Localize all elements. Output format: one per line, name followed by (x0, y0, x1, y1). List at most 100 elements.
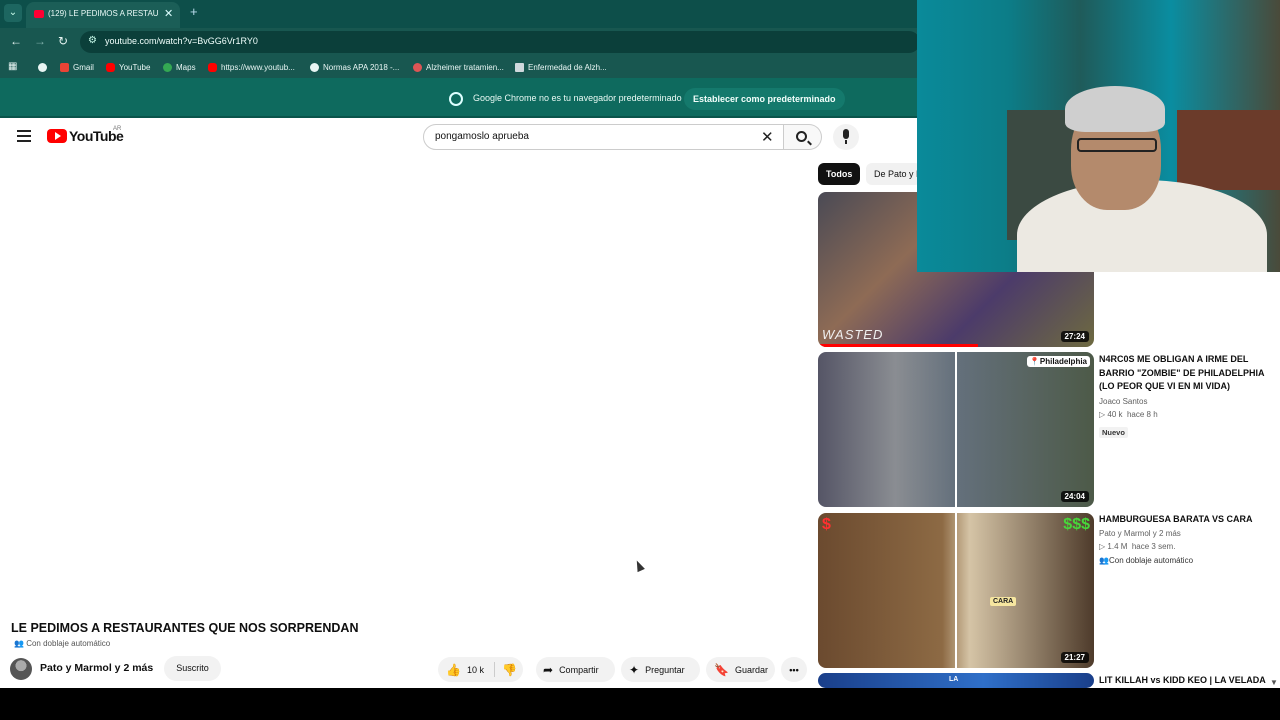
channel-name[interactable]: Pato y Marmol y 2 más (40, 662, 153, 674)
search-icon (796, 131, 807, 142)
share-label: Compartir (559, 664, 599, 675)
tab-title: (129) LE PEDIMOS A RESTAURA (48, 9, 158, 18)
url-text: youtube.com/watch?v=BvGG6Vr1RY0 (105, 36, 258, 46)
bookmark-youtube[interactable]: YouTube (106, 61, 150, 73)
thumbnail-overlay-cheap: $ (822, 516, 831, 533)
search-input[interactable]: pongamoslo aprueba ✕ (423, 124, 784, 150)
bookmark-label: Enfermedad de Alzh... (528, 62, 607, 72)
letterbox-bar (0, 688, 1280, 720)
bookmark-alzheimer-1[interactable]: Alzheimer tratamien... (413, 61, 504, 73)
more-actions-button[interactable]: ••• (781, 657, 807, 682)
search-query: pongamoslo aprueba (435, 131, 529, 142)
recommended-channel[interactable]: Joaco Santos (1099, 395, 1269, 409)
video-duration: 24:04 (1060, 491, 1089, 502)
bookmark-label: Gmail (73, 62, 94, 72)
reload-icon[interactable]: ↻ (58, 34, 68, 48)
voice-search-button[interactable] (833, 124, 859, 150)
recommended-info-3[interactable]: HAMBURGUESA BARATA VS CARA Pato y Marmol… (1099, 513, 1269, 567)
site-info-icon[interactable]: ⚙ (88, 35, 97, 46)
active-tab[interactable]: (129) LE PEDIMOS A RESTAURA ✕ (26, 2, 180, 28)
bookmark-youtube-url[interactable]: https://www.youtub... (208, 61, 295, 73)
globe-icon (38, 62, 47, 72)
youtube-icon (208, 62, 217, 72)
auto-dub-label: 👥 Con doblaje automático (14, 639, 110, 648)
youtube-icon (106, 62, 115, 72)
site-icon (413, 62, 422, 72)
webcam-person-cap (1065, 86, 1165, 132)
ask-button[interactable]: ✦ Preguntar (621, 657, 700, 682)
video-player[interactable] (0, 158, 810, 618)
thumbnail-overlay-text: 📍Philadelphia (1026, 356, 1090, 367)
like-count[interactable]: 10 k (467, 665, 484, 675)
bookmark-label: Normas APA 2018 -... (323, 62, 400, 72)
dislike-icon[interactable]: 👎 (502, 663, 517, 677)
bookmark-alzheimer-2[interactable]: Enfermedad de Alzh... (515, 61, 607, 73)
ask-label: Preguntar (645, 664, 685, 675)
recommended-title[interactable]: LIT KILLAH vs KIDD KEO | LA VELADA (1099, 674, 1269, 688)
save-button[interactable]: 🔖 Guardar (706, 657, 775, 682)
chrome-logo-icon (449, 92, 463, 106)
overlay-label: Philadelphia (1039, 357, 1087, 366)
recommended-stats: ▷ 40 k hace 8 h (1099, 408, 1269, 422)
bookmark-maps[interactable]: Maps (163, 61, 196, 73)
bookmark-gmail[interactable]: Gmail (60, 61, 94, 73)
back-icon[interactable]: ← (10, 34, 22, 48)
webcam-overlay (917, 0, 1280, 272)
gmail-icon (60, 62, 69, 72)
clear-search-icon[interactable]: ✕ (761, 128, 774, 146)
scroll-down-icon[interactable]: ▼ (1270, 678, 1278, 687)
address-bar[interactable]: ⚙ youtube.com/watch?v=BvGG6Vr1RY0 (80, 31, 920, 53)
apps-grid-icon[interactable]: ▦ (8, 61, 17, 72)
chip-channel[interactable]: De Pato y Marmol (866, 163, 921, 185)
bookmark-apa[interactable]: Normas APA 2018 -... (310, 61, 399, 73)
search-button[interactable] (784, 124, 822, 150)
bookmark-label: Maps (176, 62, 196, 72)
dubbing-icon: 👥 (1099, 555, 1109, 565)
share-button[interactable]: ➦ Compartir (536, 657, 615, 682)
bookmark-label: YouTube (119, 62, 151, 72)
recommended-title[interactable]: N4RC0S ME OBLIGAN A IRME DEL BARRIO "ZOM… (1099, 353, 1269, 394)
view-count: 40 k (1107, 410, 1123, 419)
location-pin-icon: 📍 (1029, 357, 1040, 366)
channel-avatar[interactable] (10, 658, 32, 680)
screen: ⌄ (129) LE PEDIMOS A RESTAURA ✕ + ← → ↻ … (0, 0, 1280, 720)
tab-search-icon[interactable]: ⌄ (4, 4, 22, 22)
thumbnail-divider (955, 513, 957, 668)
recommended-info-2[interactable]: N4RC0S ME OBLIGAN A IRME DEL BARRIO "ZOM… (1099, 353, 1269, 440)
save-label: Guardar (734, 664, 768, 675)
like-divider (493, 662, 495, 677)
share-icon: ➦ (543, 662, 554, 677)
forward-icon[interactable]: → (34, 34, 46, 48)
like-icon[interactable]: 👍 (446, 663, 461, 677)
menu-icon[interactable] (17, 130, 31, 145)
subscribed-button[interactable]: Suscrito (164, 656, 221, 681)
dubbing-icon: 👥 (14, 639, 24, 648)
recommended-title[interactable]: HAMBURGUESA BARATA VS CARA (1099, 513, 1269, 527)
youtube-favicon-icon (34, 10, 44, 18)
sparkle-icon: ✦ (629, 662, 640, 677)
recommended-thumbnail-3[interactable]: $ $$$ CARA 21:27 (818, 513, 1094, 668)
recommended-info-4[interactable]: LIT KILLAH vs KIDD KEO | LA VELADA (1099, 674, 1269, 688)
thumbnail-overlay-text: WASTED (822, 327, 884, 342)
microphone-icon (843, 129, 849, 144)
auto-dub-badge: 👥Con doblaje automático (1099, 554, 1269, 568)
video-duration: 27:24 (1060, 331, 1089, 342)
recommended-thumbnail-4[interactable]: LA (818, 673, 1094, 688)
close-tab-icon[interactable]: ✕ (164, 7, 173, 20)
webcam-person-glasses (1077, 138, 1157, 152)
recommended-stats: ▷ 1.4 M hace 3 sem. (1099, 540, 1269, 554)
bookmark-globe[interactable] (38, 61, 47, 73)
chip-all[interactable]: Todos (818, 163, 861, 185)
play-icon: ▷ (1099, 410, 1106, 419)
thumbnail-overlay-expensive: $$$ (1063, 516, 1090, 533)
bookmark-label: Alzheimer tratamien... (426, 62, 504, 72)
dub-text: Con doblaje automático (26, 639, 111, 648)
upload-age: hace 8 h (1126, 410, 1158, 419)
recommended-channel[interactable]: Pato y Marmol y 2 más (1099, 527, 1269, 541)
youtube-logo-icon[interactable] (47, 129, 67, 143)
infobar-message: Google Chrome no es tu navegador predete… (473, 93, 682, 103)
recommended-thumbnail-2[interactable]: 📍Philadelphia 24:04 (818, 352, 1094, 507)
new-tab-icon[interactable]: + (190, 4, 198, 19)
set-default-button[interactable]: Establecer como predeterminado (684, 88, 845, 110)
new-badge: Nuevo (1099, 426, 1128, 438)
